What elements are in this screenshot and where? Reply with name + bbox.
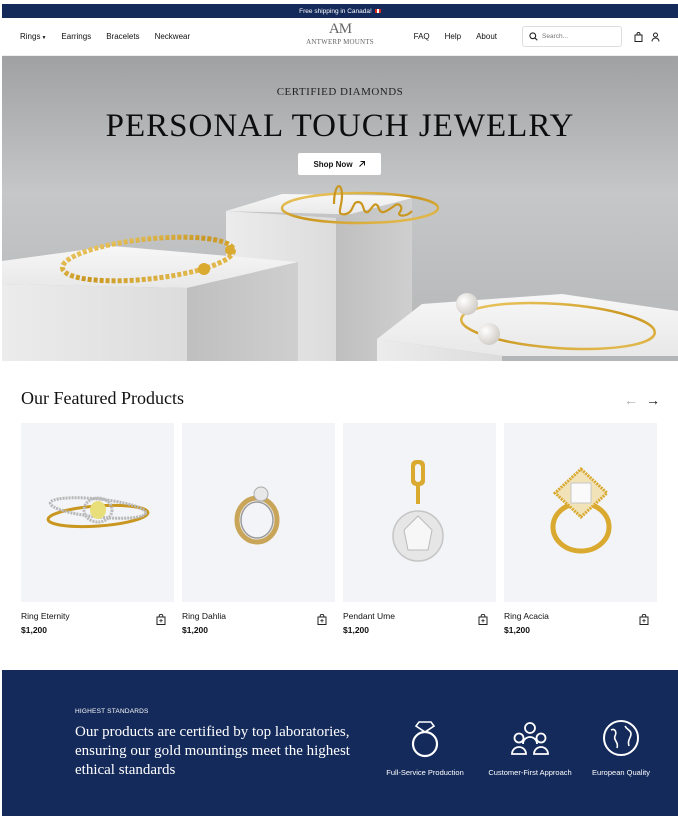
feature-customer-first: Customer-First Approach <box>480 716 580 777</box>
ring-icon <box>411 721 439 758</box>
add-to-bag-icon[interactable] <box>317 614 327 625</box>
add-to-bag-icon[interactable] <box>156 614 166 625</box>
product-price: $1,200 <box>343 625 369 635</box>
bag-icon[interactable] <box>634 31 643 42</box>
product-card[interactable]: Ring Eternity $1,200 <box>21 423 174 641</box>
ring-dahlia-image <box>234 486 279 544</box>
product-image[interactable] <box>21 423 174 602</box>
ring-eternity-image <box>46 495 149 528</box>
pendant-ume-image <box>391 459 444 562</box>
product-name: Pendant Ume <box>343 611 395 621</box>
carousel-arrows: ← → <box>624 392 660 408</box>
arrow-left-icon[interactable]: ← <box>624 392 638 408</box>
shop-now-label: Shop Now <box>313 159 353 169</box>
hero-subtitle: CERTIFIED DIAMONDS <box>276 86 404 98</box>
shop-now-button[interactable]: Shop Now <box>298 153 381 175</box>
canada-flag-icon <box>374 9 381 13</box>
product-price: $1,200 <box>21 625 47 635</box>
add-to-bag-icon[interactable] <box>478 614 488 625</box>
product-info: Ring Dahlia $1,200 <box>182 611 335 641</box>
product-price: $1,200 <box>504 625 530 635</box>
hero-banner: CERTIFIED DIAMONDS PERSONAL TOUCH JEWELR… <box>2 56 678 361</box>
feature-label: European Quality <box>592 768 650 777</box>
product-price: $1,200 <box>182 625 208 635</box>
globe-icon <box>603 720 639 756</box>
user-icon[interactable] <box>651 32 660 42</box>
product-info: Ring Eternity $1,200 <box>21 611 174 641</box>
header-icons <box>634 31 660 42</box>
nav-faq[interactable]: FAQ <box>414 32 430 41</box>
search-box[interactable] <box>522 26 622 47</box>
product-card[interactable]: Ring Acacia $1,200 <box>504 423 657 641</box>
hero-jewelry-image <box>2 185 678 361</box>
featured-products-section: Our Featured Products ← → Ring Eternity <box>2 361 678 671</box>
nav-help[interactable]: Help <box>445 32 461 41</box>
ring-acacia-image <box>550 466 611 554</box>
product-image[interactable] <box>504 423 657 602</box>
nav-bracelets[interactable]: Bracelets <box>106 32 139 41</box>
arrow-up-right-icon <box>358 161 365 167</box>
product-name: Ring Eternity <box>21 611 70 621</box>
standards-label: HIGHEST STANDARDS <box>75 708 149 715</box>
nav-rings-label: Rings <box>20 32 41 41</box>
product-card[interactable]: Pendant Ume $1,200 <box>343 423 496 641</box>
announcement-bar: Free shipping in Canada! <box>2 4 678 18</box>
product-grid: Ring Eternity $1,200 Ring Dahlia $1,200 <box>21 423 657 641</box>
chevron-down-icon: ▼ <box>41 35 47 41</box>
nav-earrings[interactable]: Earrings <box>61 32 91 41</box>
product-name: Ring Acacia <box>504 611 549 621</box>
arrow-right-icon[interactable]: → <box>646 392 660 408</box>
search-icon <box>529 32 538 41</box>
primary-nav: Rings▼ Earrings Bracelets Neckwear <box>20 32 190 41</box>
feature-label: Full-Service Production <box>386 768 464 777</box>
product-name: Ring Dahlia <box>182 611 226 621</box>
logo[interactable]: AM ANTWERP MOUNTS <box>306 21 374 46</box>
product-card[interactable]: Ring Dahlia $1,200 <box>182 423 335 641</box>
logo-mark: AM <box>328 21 352 37</box>
nav-about[interactable]: About <box>476 32 497 41</box>
secondary-nav: FAQ Help About <box>414 26 660 47</box>
feature-label: Customer-First Approach <box>488 768 572 777</box>
nav-rings[interactable]: Rings▼ <box>20 32 46 41</box>
product-info: Pendant Ume $1,200 <box>343 611 496 641</box>
standards-section: HIGHEST STANDARDS Our products are certi… <box>2 670 678 816</box>
section-title: Our Featured Products <box>21 388 184 408</box>
logo-text: ANTWERP MOUNTS <box>306 38 374 46</box>
product-image[interactable] <box>343 423 496 602</box>
feature-full-service: Full-Service Production <box>382 716 468 777</box>
nav-neckwear[interactable]: Neckwear <box>155 32 191 41</box>
site-header: Rings▼ Earrings Bracelets Neckwear AM AN… <box>2 18 678 56</box>
feature-european-quality: European Quality <box>586 716 656 777</box>
people-icon <box>511 722 549 755</box>
search-input[interactable] <box>542 33 612 40</box>
announcement-text: Free shipping in Canada! <box>299 7 372 15</box>
product-image[interactable] <box>182 423 335 602</box>
add-to-bag-icon[interactable] <box>639 614 649 625</box>
standards-text: Our products are certified by top labora… <box>75 724 350 778</box>
product-info: Ring Acacia $1,200 <box>504 611 657 641</box>
hero-title: PERSONAL TOUCH JEWELRY <box>105 108 575 144</box>
page: Free shipping in Canada! Rings▼ Earrings… <box>2 4 678 816</box>
